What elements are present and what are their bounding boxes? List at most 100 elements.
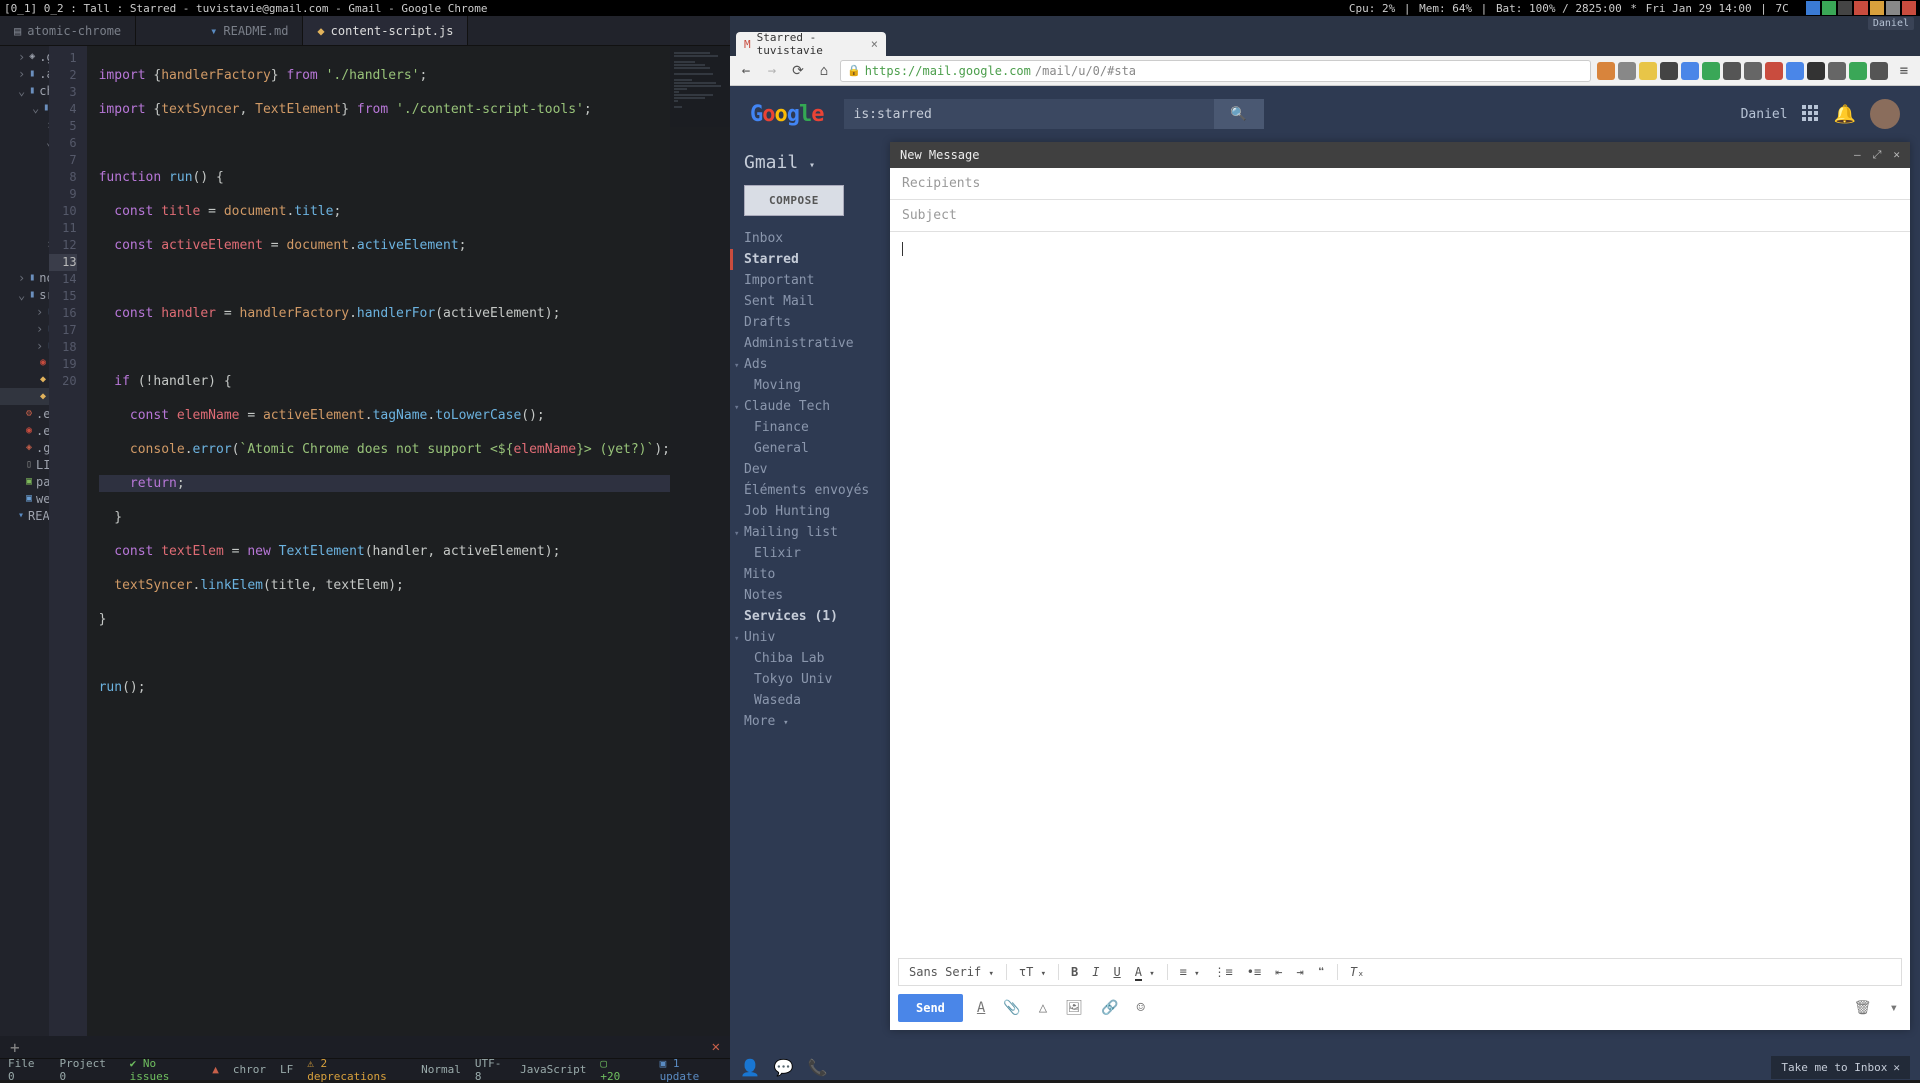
inbox-promo[interactable]: Take me to Inbox ✕ (1771, 1056, 1910, 1079)
status-language[interactable]: JavaScript (520, 1063, 586, 1076)
label-elements[interactable]: Éléments envoyés (744, 480, 890, 501)
gmail-username[interactable]: Daniel (1741, 107, 1788, 122)
label-drafts[interactable]: Drafts (744, 312, 890, 333)
reload-button[interactable]: ⟳ (788, 61, 808, 81)
ext-icon[interactable] (1702, 62, 1720, 80)
close-icon[interactable]: ✕ (1893, 1061, 1900, 1074)
indent-more-button[interactable]: ⇥ (1292, 963, 1307, 981)
forward-button[interactable]: → (762, 61, 782, 81)
ext-icon[interactable] (1870, 62, 1888, 80)
hangouts-phone-icon[interactable]: 📞 (808, 1058, 828, 1077)
status-encoding[interactable]: UTF-8 (475, 1057, 506, 1083)
tab-readme[interactable]: ▾ README.md (196, 16, 303, 45)
ext-icon[interactable] (1618, 62, 1636, 80)
label-starred[interactable]: Starred (730, 249, 890, 270)
popout-icon[interactable]: ⤢ (1873, 148, 1882, 162)
label-claude[interactable]: ▾Claude Tech (744, 396, 890, 417)
label-more[interactable]: More ▾ (744, 711, 890, 732)
send-button[interactable]: Send (898, 994, 963, 1022)
label-moving[interactable]: Moving (744, 375, 890, 396)
chrome-profile[interactable]: Daniel (1868, 17, 1914, 30)
label-elixir[interactable]: Elixir (744, 543, 890, 564)
italic-button[interactable]: I (1088, 963, 1103, 981)
tray-icon[interactable] (1838, 1, 1852, 15)
label-tokyo[interactable]: Tokyo Univ (744, 669, 890, 690)
close-pane-button[interactable]: ✕ (712, 1039, 730, 1055)
minimap[interactable] (670, 46, 730, 1036)
hangouts-chat-icon[interactable]: 💬 (774, 1058, 794, 1077)
browser-tab[interactable]: M Starred - tuvistavie × (736, 32, 886, 56)
emoji-icon[interactable]: ☺ (1132, 1000, 1148, 1016)
drive-icon[interactable]: △ (1035, 1000, 1051, 1016)
indent-less-button[interactable]: ⇤ (1271, 963, 1286, 981)
ext-icon[interactable] (1639, 62, 1657, 80)
search-input[interactable] (844, 99, 1214, 129)
ext-icon[interactable] (1786, 62, 1804, 80)
photo-icon[interactable]: 🖼 (1061, 1000, 1087, 1016)
label-inbox[interactable]: Inbox (744, 228, 890, 249)
notifications-icon[interactable]: 🔔 (1834, 104, 1856, 125)
bullet-list-button[interactable]: •≡ (1243, 963, 1265, 981)
tray-icon[interactable] (1822, 1, 1836, 15)
label-important[interactable]: Important (744, 270, 890, 291)
label-dev[interactable]: Dev (744, 459, 890, 480)
formatting-toggle-icon[interactable]: A (973, 1000, 989, 1016)
ext-icon[interactable] (1660, 62, 1678, 80)
tab-project[interactable]: ▤ atomic-chrome (0, 16, 136, 45)
underline-button[interactable]: U (1109, 963, 1124, 981)
recipients-field[interactable]: Recipients (890, 168, 1910, 200)
subject-field[interactable]: Subject (890, 200, 1910, 232)
close-tab-icon[interactable]: × (871, 37, 878, 51)
ext-icon[interactable] (1828, 62, 1846, 80)
font-family-dropdown[interactable]: Sans Serif ▾ (905, 963, 998, 981)
compose-titlebar[interactable]: New Message — ⤢ ✕ (890, 142, 1910, 168)
tray-icon[interactable] (1854, 1, 1868, 15)
code-editor[interactable]: 1234 5678 9101112 13141516 17181920 impo… (49, 46, 730, 1036)
label-mito[interactable]: Mito (744, 564, 890, 585)
align-button[interactable]: ≡ ▾ (1176, 963, 1204, 981)
compose-body[interactable] (890, 232, 1910, 958)
status-branch[interactable]: chror (233, 1063, 266, 1076)
tray-icon[interactable] (1806, 1, 1820, 15)
google-logo[interactable]: Google (750, 102, 824, 127)
label-univ[interactable]: ▾Univ (744, 627, 890, 648)
ext-icon[interactable] (1681, 62, 1699, 80)
new-tab-button[interactable]: + (0, 1038, 20, 1057)
tray-icon[interactable] (1886, 1, 1900, 15)
close-icon[interactable]: ✕ (1893, 148, 1900, 162)
remove-format-button[interactable]: Tₓ (1346, 963, 1368, 981)
label-ads[interactable]: ▾Ads (744, 354, 890, 375)
chrome-menu-button[interactable]: ≡ (1894, 61, 1914, 81)
compose-button[interactable]: COMPOSE (744, 185, 844, 216)
status-updates[interactable]: ▣ 1 update (660, 1057, 722, 1083)
label-chiba[interactable]: Chiba Lab (744, 648, 890, 669)
numbered-list-button[interactable]: ⋮≡ (1209, 963, 1236, 981)
bold-button[interactable]: B (1067, 963, 1082, 981)
account-avatar[interactable] (1870, 99, 1900, 129)
file-tree[interactable]: ›◈.git ›▮.atom ⌄▮chrome ⌄▮app ›▮_locales… (0, 46, 49, 1036)
minimize-icon[interactable]: — (1854, 148, 1861, 162)
discard-icon[interactable]: 🗑 (1850, 1000, 1876, 1016)
font-size-button[interactable]: τT ▾ (1015, 963, 1050, 981)
label-services[interactable]: Services (1) (744, 606, 890, 627)
quote-button[interactable]: ❝ (1314, 963, 1329, 981)
ext-icon[interactable] (1765, 62, 1783, 80)
label-finance[interactable]: Finance (744, 417, 890, 438)
label-waseda[interactable]: Waseda (744, 690, 890, 711)
hangouts-contacts-icon[interactable]: 👤 (740, 1058, 760, 1077)
attach-icon[interactable]: 📎 (999, 1000, 1024, 1016)
tray-icon[interactable] (1870, 1, 1884, 15)
ext-icon[interactable] (1723, 62, 1741, 80)
status-lf[interactable]: LF (280, 1063, 293, 1076)
label-general[interactable]: General (744, 438, 890, 459)
status-deprecations[interactable]: ⚠ 2 deprecations (307, 1057, 407, 1083)
back-button[interactable]: ← (736, 61, 756, 81)
link-icon[interactable]: 🔗 (1097, 1000, 1122, 1016)
gmail-brand[interactable]: Gmail ▾ (744, 152, 890, 173)
more-options-icon[interactable]: ▾ (1886, 1000, 1902, 1016)
home-button[interactable]: ⌂ (814, 61, 834, 81)
ext-icon[interactable] (1744, 62, 1762, 80)
label-mailing[interactable]: ▾Mailing list (744, 522, 890, 543)
text-color-button[interactable]: A ▾ (1131, 963, 1159, 981)
ext-icon[interactable] (1597, 62, 1615, 80)
